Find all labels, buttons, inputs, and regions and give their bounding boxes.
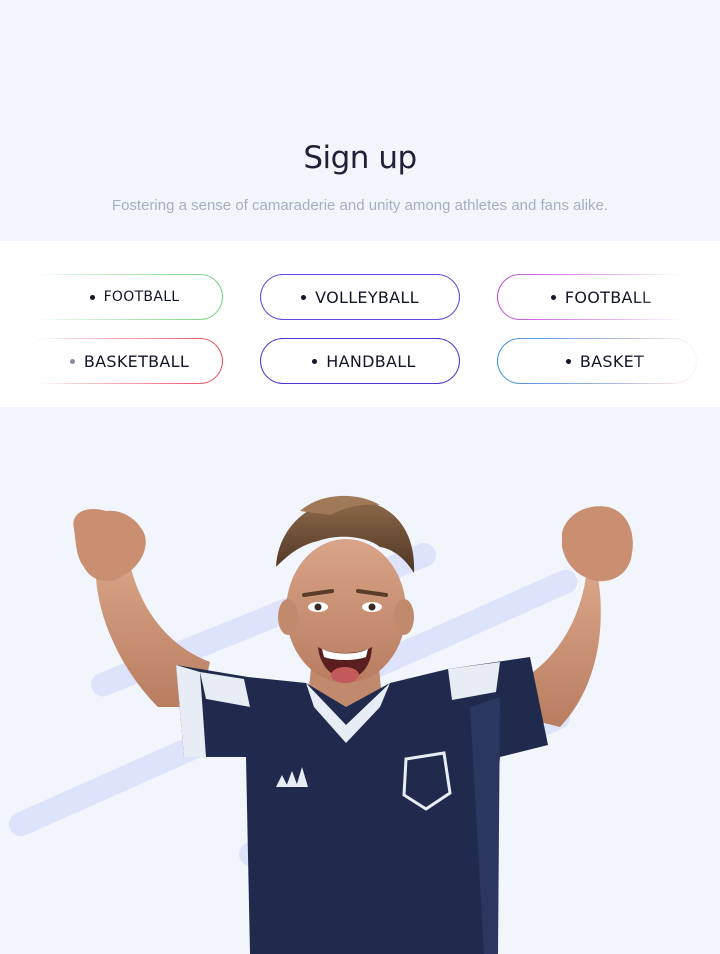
bullet-dot-icon [550,294,556,300]
chip-label: BASKETBALL [83,351,190,371]
page-title: Sign up [303,140,417,176]
chip-label: BASKET [579,351,645,371]
chip-label: FOOTBALL [564,287,652,307]
chip-football[interactable]: FOOTBALL [24,274,223,320]
chip-label: FOOTBALL [103,289,180,305]
header: Sign up Fostering a sense of camaraderie… [0,0,720,240]
chip-handball[interactable]: HANDBALL [260,338,460,384]
chip-label: VOLLEYBALL [315,287,419,307]
cheering-player-image [73,495,633,954]
bullet-dot-icon [89,294,95,300]
page-subtitle: Fostering a sense of camaraderie and uni… [111,197,609,214]
chip-basket[interactable]: BASKET [497,338,697,384]
hero-section [0,407,720,954]
bullet-dot-icon [69,358,75,364]
bullet-dot-icon [301,294,307,300]
chip-volleyball[interactable]: VOLLEYBALL [260,274,460,320]
chip-football-2[interactable]: FOOTBALL [497,274,697,320]
bullet-dot-icon [312,358,318,364]
sports-chip-band: FOOTBALL VOLLEYBALL FOOTBALL BASKETBALL … [0,241,720,407]
bullet-dot-icon [565,358,571,364]
chip-basketball[interactable]: BASKETBALL [24,338,223,384]
chip-label: HANDBALL [326,351,416,371]
